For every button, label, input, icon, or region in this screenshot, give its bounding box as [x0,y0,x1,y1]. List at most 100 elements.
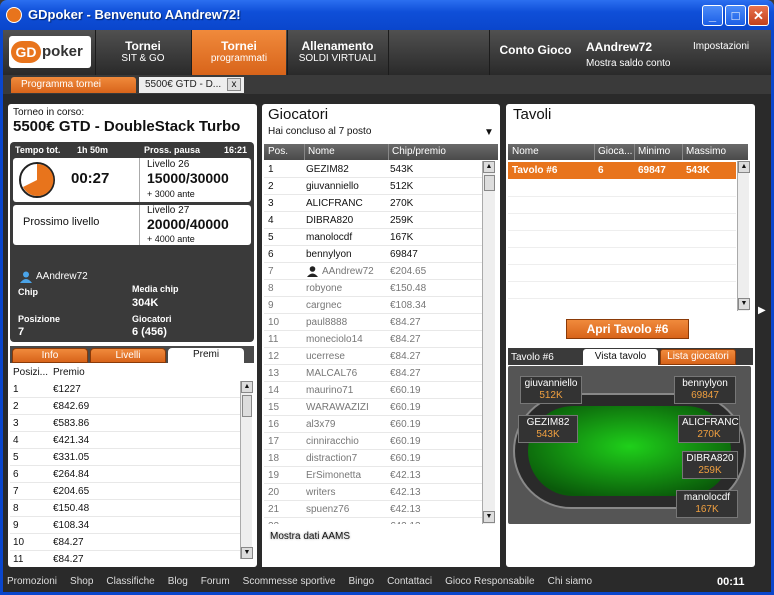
table-row[interactable]: Tavolo #6 6 69847 543K [508,162,736,179]
player-row[interactable]: 21 spuenz76 €42.13 [264,501,482,518]
nav-sublabel: SIT & GO [121,53,165,64]
player-chips: €60.19 [390,402,421,413]
player-row[interactable]: 4 DIBRA820 259K [264,212,482,229]
footer-link[interactable]: Scommesse sportive [243,576,336,587]
nav-allenamento[interactable]: Allenamento SOLDI VIRTUALI [287,30,387,75]
scroll-thumb[interactable] [484,175,495,191]
player-row[interactable]: 3 ALICFRANC 270K [264,195,482,212]
nav-tornei-sitgo[interactable]: Tornei SIT & GO [95,30,190,75]
player-row[interactable]: 5 manolocdf 167K [264,229,482,246]
prize-row: 8 €150.48 [10,500,240,517]
player-row[interactable]: 11 moneciolo14 €84.27 [264,331,482,348]
next-level-label: Prossimo livello [23,216,100,228]
minimize-button[interactable]: _ [702,5,723,26]
seat[interactable]: DIBRA820 259K [682,451,738,479]
settings-link[interactable]: Impostazioni [693,41,749,52]
player-pos: 8 [268,283,274,294]
prizes-scrollbar[interactable]: ▲ ▼ [240,381,253,559]
scroll-down-icon[interactable]: ▼ [483,511,495,523]
player-row[interactable]: 13 MALCAL76 €84.27 [264,365,482,382]
tab-programma-tornei[interactable]: Programma tornei [11,77,136,93]
tab-premi[interactable]: Premi [168,348,244,363]
player-row[interactable]: 10 paul8888 €84.27 [264,314,482,331]
seat[interactable]: manolocdf 167K [676,490,738,518]
player-chips: 270K [390,198,414,209]
footer-link[interactable]: Promozioni [7,576,57,587]
player-row[interactable]: 14 maurino71 €60.19 [264,382,482,399]
player-row[interactable]: 9 cargnec €108.34 [264,297,482,314]
player-pos: 14 [268,385,280,396]
players-header: Pos. Nome Chip/premio [264,144,498,160]
avg-chip: 304K [132,297,159,309]
player-row[interactable]: 15 WARAWAZIZI €60.19 [264,399,482,416]
footer-link[interactable]: Shop [70,576,93,587]
close-window-button[interactable]: ✕ [748,5,769,26]
player-row[interactable]: 1 GEZIM82 543K [264,161,482,178]
nav-sublabel: SOLDI VIRTUALI [298,53,377,64]
tab-livelli[interactable]: Livelli [90,348,166,363]
seat[interactable]: bennylyon 69847 [674,376,736,404]
scroll-up-icon[interactable]: ▲ [483,161,495,173]
footer-link[interactable]: Bingo [348,576,374,587]
player-pos: 21 [268,504,280,515]
player-row[interactable]: 18 distraction7 €60.19 [264,450,482,467]
close-tab-icon[interactable]: x [227,78,241,91]
tournament-panel: Torneo in corso: 5500€ GTD - DoubleStack… [8,104,257,567]
player-row[interactable]: 8 robyone €150.48 [264,280,482,297]
player-chips: €42.13 [390,470,421,481]
seat[interactable]: ALICFRANC 270K [678,415,740,443]
footer-link[interactable]: Contattaci [387,576,432,587]
player-row[interactable]: 2 giuvanniello 512K [264,178,482,195]
seat-chips: 543K [536,429,560,440]
player-row[interactable]: 16 al3x79 €60.19 [264,416,482,433]
prize-row: 3 €583.86 [10,415,240,432]
footer-link[interactable]: Classifiche [106,576,154,587]
footer-link[interactable]: Gioco Responsabile [445,576,535,587]
nav-label: Conto Gioco [499,43,572,57]
tab-table-number[interactable]: Tavolo #6 [511,350,554,365]
player-row[interactable]: 12 ucerrese €84.27 [264,348,482,365]
open-table-button[interactable]: Apri Tavolo #6 [566,319,689,339]
player-row[interactable]: 22... €42.13 [264,518,482,524]
footer: Promozioni Shop Classifiche Blog Forum Scomme… [3,572,771,592]
player-name: ... [306,518,314,524]
prize-row: 4 €421.34 [10,432,240,449]
prizes-table: Posizi... Premio 1 €1227 2 €842.69 3 €583.86 4… [10,365,240,563]
nav-conto-gioco[interactable]: Conto Gioco [489,30,581,75]
user-icon [20,271,32,283]
players-scrollbar[interactable]: ▲ ▼ [482,161,495,524]
seat[interactable]: giuvanniello 512K [520,376,582,404]
expand-arrow-icon[interactable]: ▶ [758,305,768,316]
player-row[interactable]: 20 writers €42.13 [264,484,482,501]
nav-tornei-programmati[interactable]: Tornei programmati [191,30,286,75]
filter-icon[interactable]: ▼ [484,127,494,138]
col-max: Massimo [682,144,726,160]
nav-label: Tornei [221,39,257,53]
player-chips: €60.19 [390,385,421,396]
scroll-thumb[interactable] [242,395,252,417]
prize-row: 9 €108.34 [10,517,240,534]
scroll-down-icon[interactable]: ▼ [241,547,253,559]
player-chips: €204.65 [390,266,427,277]
maximize-button[interactable]: □ [725,5,746,26]
scroll-down-icon[interactable]: ▼ [738,298,750,310]
next-level-blinds: 20000/40000 [147,216,229,232]
player-row[interactable]: 6 bennylyon 69847 [264,246,482,263]
scroll-up-icon[interactable]: ▲ [241,381,253,393]
player-row[interactable]: 17 cinniracchio €60.19 [264,433,482,450]
player-row[interactable]: 19 ErSimonetta €42.13 [264,467,482,484]
tab-lista-giocatori[interactable]: Lista giocatori [660,349,736,365]
player-row[interactable]: 7 AAndrew72 €204.65 [264,263,482,280]
tab-info[interactable]: Info [12,348,88,363]
player-name: bennylyon [306,249,352,260]
seat[interactable]: GEZIM82 543K [518,415,578,443]
scroll-up-icon[interactable]: ▲ [738,161,750,173]
show-balance-link[interactable]: Mostra saldo conto [586,58,671,69]
footer-link[interactable]: Blog [168,576,188,587]
footer-link[interactable]: Forum [201,576,230,587]
aams-link[interactable]: Mostra dati AAMS [270,531,350,542]
tab-vista-tavolo[interactable]: Vista tavolo [583,349,658,365]
footer-link[interactable]: Chi siamo [548,576,592,587]
tables-scrollbar[interactable]: ▲ ▼ [737,161,750,311]
player-pos: 20 [268,487,280,498]
